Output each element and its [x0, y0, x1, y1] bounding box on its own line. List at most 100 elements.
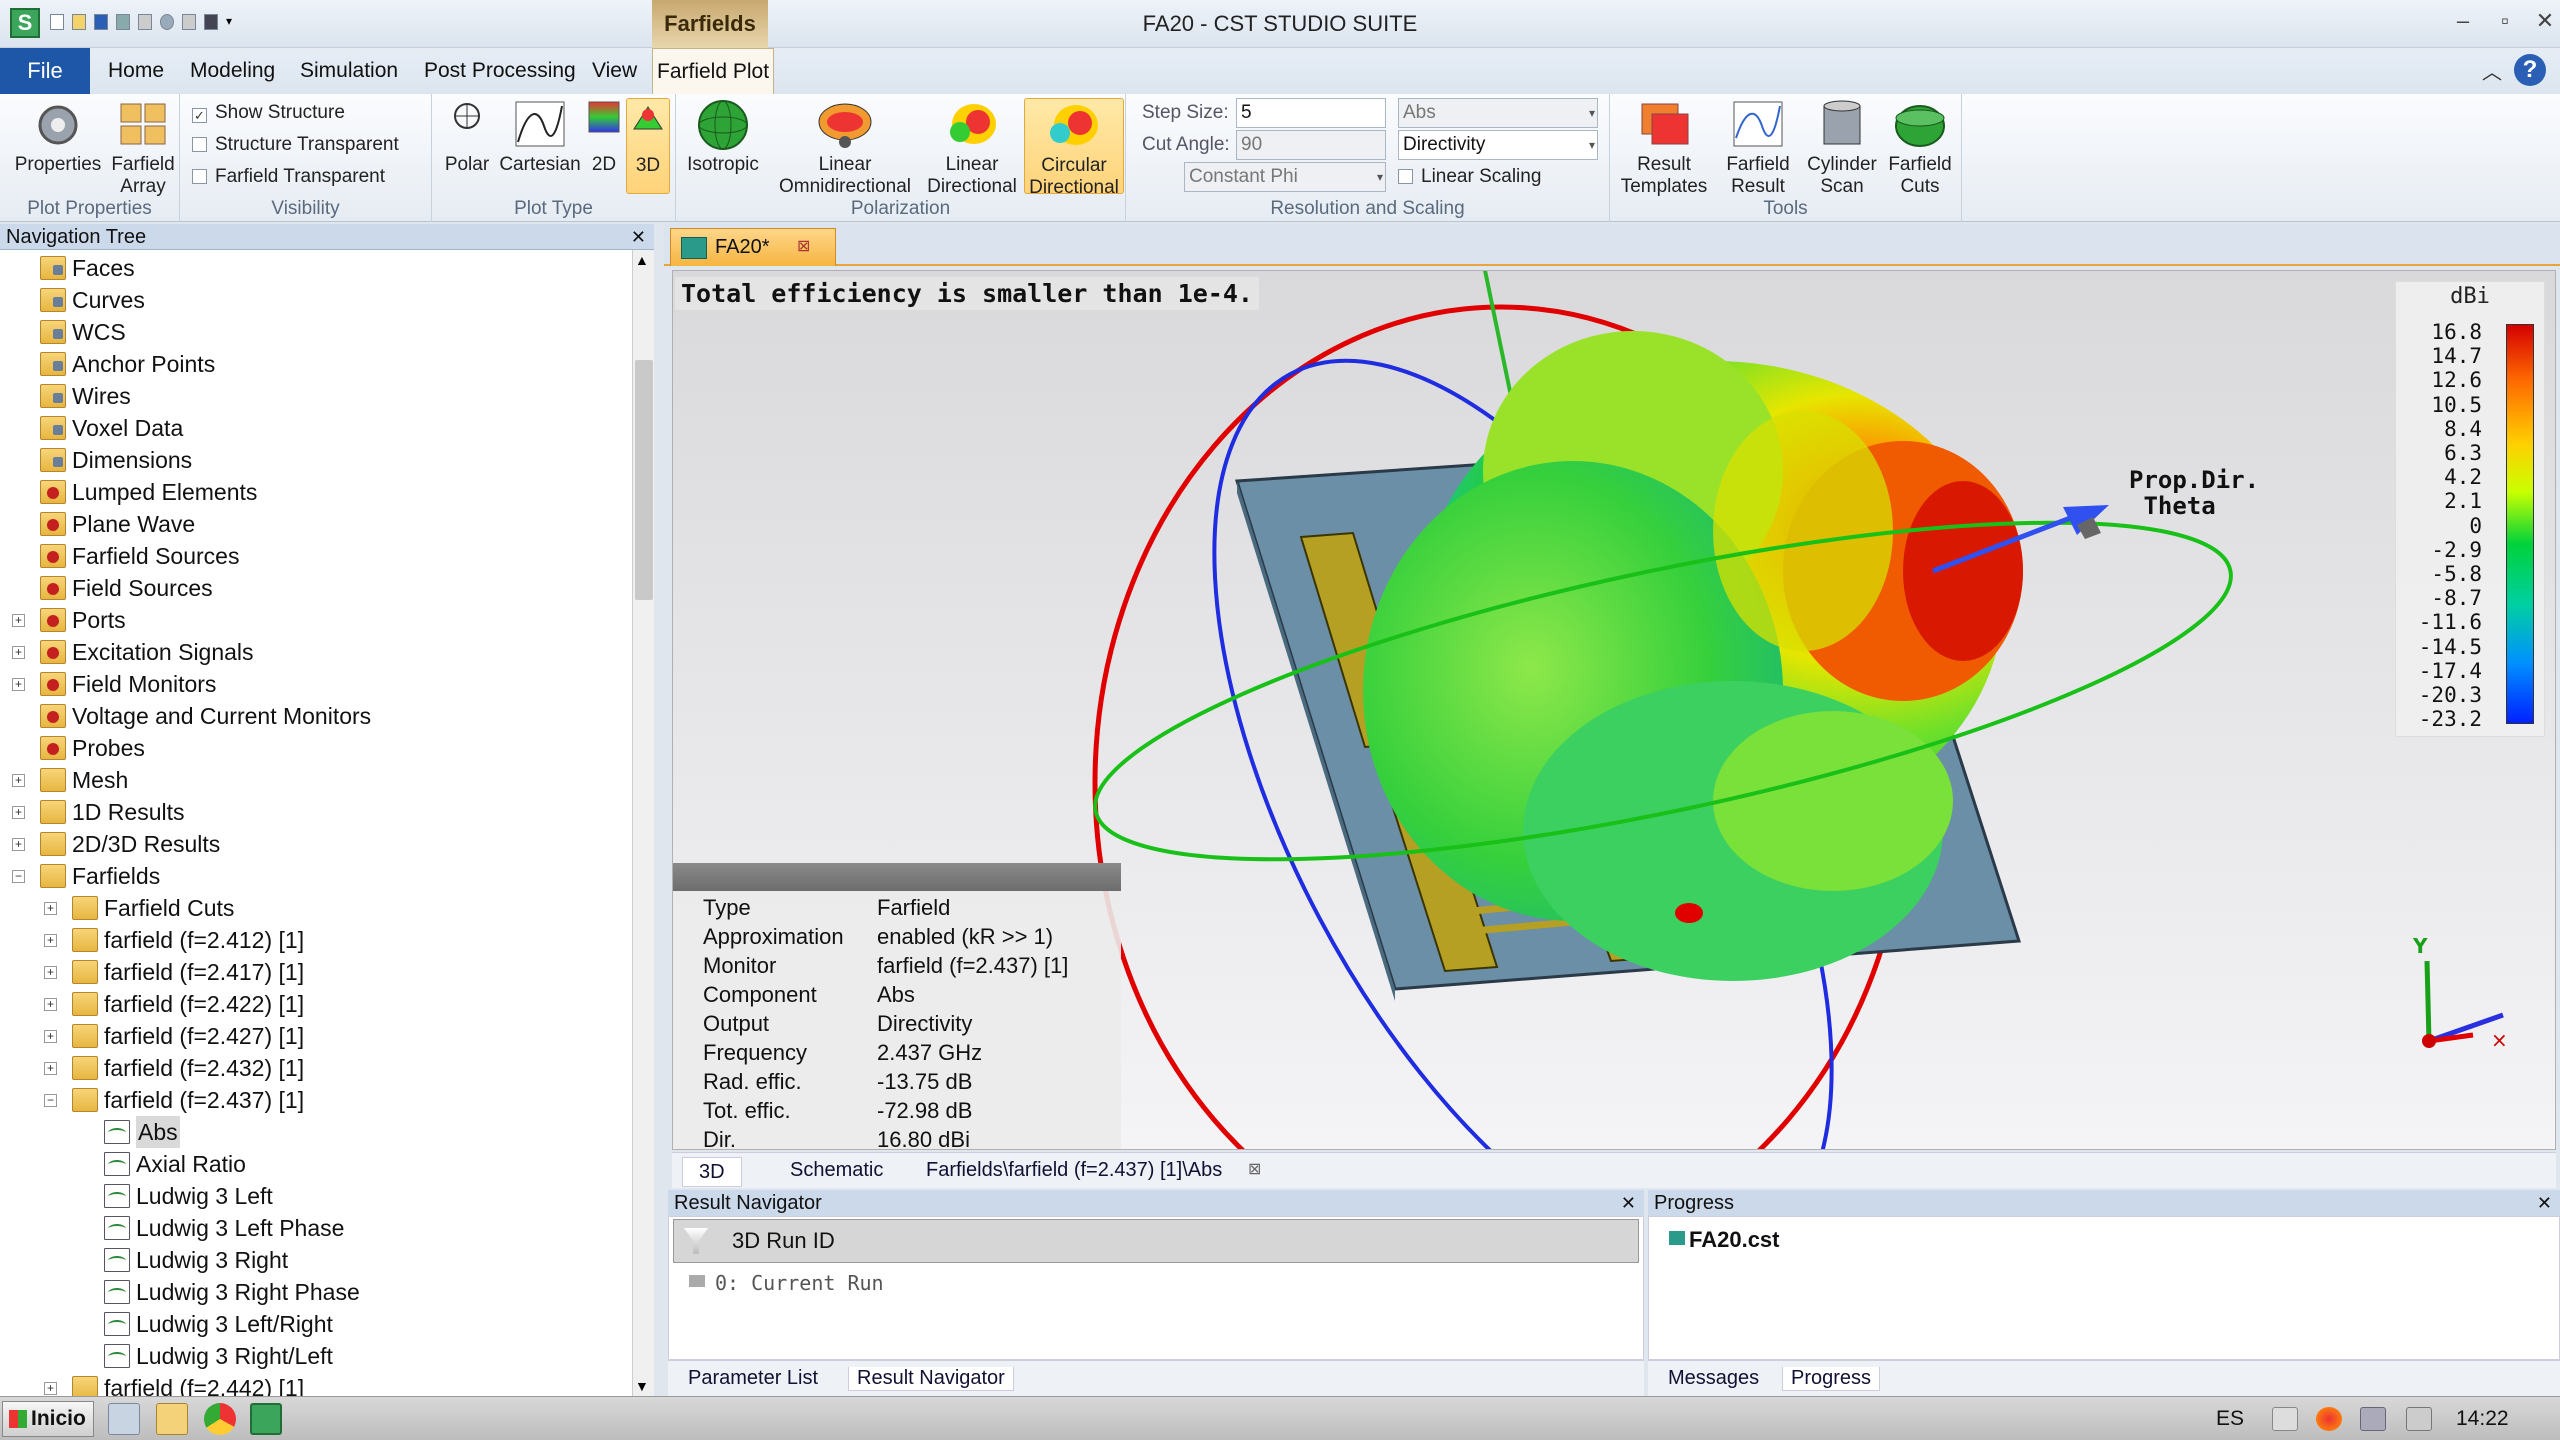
customize-icon[interactable]: ▾ — [226, 14, 240, 30]
tree-item[interactable]: Axial Ratio — [0, 1148, 630, 1180]
expand-icon[interactable]: + — [44, 1062, 57, 1075]
tab-modeling[interactable]: Modeling — [190, 48, 275, 94]
expand-icon[interactable]: + — [12, 838, 25, 851]
polar-button[interactable]: Polar — [436, 98, 498, 176]
tree-item[interactable]: + Excitation Signals — [0, 636, 630, 668]
output-select[interactable]: Directivity ▾ — [1398, 130, 1598, 160]
scrollbar-thumb[interactable] — [635, 360, 653, 600]
tab-progress[interactable]: Progress — [1782, 1367, 1881, 1391]
tree-item[interactable]: Plane Wave — [0, 508, 630, 540]
properties-button[interactable]: Properties — [10, 98, 106, 176]
tree-item[interactable]: WCS — [0, 316, 630, 348]
cylinder-scan-button[interactable]: Cylinder Scan — [1804, 98, 1880, 198]
circular-directional-button[interactable]: Circular Directional — [1024, 98, 1124, 198]
tree-item[interactable]: Lumped Elements — [0, 476, 630, 508]
collapse-ribbon-icon[interactable]: ︿ — [2482, 56, 2502, 85]
start-button[interactable]: Inicio — [2, 1401, 94, 1437]
tab-result-navigator[interactable]: Result Navigator — [848, 1367, 1014, 1391]
expand-icon[interactable]: + — [12, 774, 25, 787]
tab-view[interactable]: View — [592, 48, 637, 94]
tree-item[interactable]: + farfield (f=2.417) [1] — [0, 956, 630, 988]
expand-icon[interactable]: + — [12, 646, 25, 659]
expand-icon[interactable]: + — [44, 998, 57, 1011]
tool-icon[interactable] — [204, 14, 218, 30]
close-icon[interactable]: ✕ — [1621, 1190, 1636, 1216]
close-icon[interactable]: ⊠ — [797, 229, 810, 265]
save-icon[interactable] — [94, 14, 108, 30]
tree-item[interactable]: + farfield (f=2.427) [1] — [0, 1020, 630, 1052]
tree-item[interactable]: Voltage and Current Monitors — [0, 700, 630, 732]
tree-item[interactable]: Ludwig 3 Right — [0, 1244, 630, 1276]
expand-icon[interactable]: + — [44, 1382, 57, 1395]
language-indicator[interactable]: ES — [2216, 1407, 2244, 1431]
tree-item[interactable]: Ludwig 3 Left — [0, 1180, 630, 1212]
show-structure-checkbox[interactable]: ✓ Show Structure — [192, 102, 345, 124]
collapse-icon[interactable]: − — [12, 870, 25, 883]
run-id-column[interactable]: 3D Run ID — [673, 1219, 1639, 1263]
tree-item[interactable]: + farfield (f=2.412) [1] — [0, 924, 630, 956]
tab-messages[interactable]: Messages — [1660, 1367, 1767, 1390]
linear-directional-button[interactable]: Linear Directional — [920, 98, 1024, 198]
maximize-icon[interactable]: ▫ — [2490, 6, 2520, 36]
filter-icon[interactable] — [684, 1228, 708, 1254]
tree-item[interactable]: + farfield (f=2.432) [1] — [0, 1052, 630, 1084]
component-select[interactable]: Abs ▾ — [1398, 98, 1598, 128]
result-templates-button[interactable]: Result Templates — [1616, 98, 1712, 198]
cut-angle-input[interactable]: 90 — [1236, 130, 1386, 160]
tree-item[interactable]: − farfield (f=2.437) [1] — [0, 1084, 630, 1116]
tree-item[interactable]: Ludwig 3 Right Phase — [0, 1276, 630, 1308]
farfield-result-button[interactable]: Farfield Result — [1714, 98, 1802, 198]
structure-transparent-checkbox[interactable]: Structure Transparent — [192, 134, 399, 156]
volume-icon[interactable] — [2406, 1407, 2432, 1431]
tree-item[interactable]: Probes — [0, 732, 630, 764]
2d-button[interactable]: 2D — [584, 98, 624, 176]
tree-item[interactable]: + Mesh — [0, 764, 630, 796]
farfield-array-button[interactable]: Farfield Array — [108, 98, 178, 198]
close-icon[interactable]: ✕ — [631, 224, 646, 250]
linear-scaling-checkbox[interactable]: Linear Scaling — [1398, 166, 1541, 188]
expand-icon[interactable]: + — [44, 1030, 57, 1043]
tab-simulation[interactable]: Simulation — [300, 48, 398, 94]
new-icon[interactable] — [50, 14, 64, 30]
tree-item[interactable]: Ludwig 3 Right/Left — [0, 1340, 630, 1372]
expand-icon[interactable]: + — [12, 678, 25, 691]
minimize-icon[interactable]: – — [2448, 6, 2478, 36]
tree-item[interactable]: +1D Results — [0, 796, 630, 828]
cut-mode-select[interactable]: Constant Phi ▾ — [1184, 162, 1386, 192]
scroll-down-icon[interactable]: ▼ — [635, 1378, 649, 1394]
tree-item[interactable]: Farfield Sources — [0, 540, 630, 572]
tree-item[interactable]: Curves — [0, 284, 630, 316]
navigation-tree-scrollbar[interactable]: ▲ ▼ — [632, 250, 654, 1396]
tab-farfield-plot[interactable]: Farfield Plot — [652, 48, 775, 94]
tree-item[interactable]: Faces — [0, 252, 630, 284]
tree-item[interactable]: Ludwig 3 Left Phase — [0, 1212, 630, 1244]
document-tab-fa20[interactable]: FA20* ⊠ — [670, 228, 836, 266]
tree-item[interactable]: Field Sources — [0, 572, 630, 604]
network-icon[interactable] — [2360, 1407, 2386, 1431]
farfield-cuts-button[interactable]: Farfield Cuts — [1882, 98, 1958, 198]
tab-farfield-path[interactable]: Farfields\farfield (f=2.437) [1]\Abs — [926, 1159, 1222, 1182]
tree-item[interactable]: + Farfield Cuts — [0, 892, 630, 924]
tree-item[interactable]: Voxel Data — [0, 412, 630, 444]
table-row[interactable]: 0: Current Run — [689, 1271, 884, 1295]
tree-item[interactable]: Anchor Points — [0, 348, 630, 380]
save-all-icon[interactable] — [116, 14, 130, 30]
close-icon[interactable]: ✕ — [2530, 6, 2560, 36]
farfield-transparent-checkbox[interactable]: Farfield Transparent — [192, 166, 385, 188]
scroll-up-icon[interactable]: ▲ — [635, 252, 649, 268]
tab-post-processing[interactable]: Post Processing — [424, 48, 576, 94]
step-size-input[interactable]: 5 — [1236, 98, 1386, 128]
tray-app-icon[interactable] — [2316, 1407, 2342, 1431]
3d-button[interactable]: 3D — [626, 98, 670, 194]
print-icon[interactable] — [138, 14, 152, 30]
tree-item[interactable]: +2D/3D Results — [0, 828, 630, 860]
tree-item[interactable]: + farfield (f=2.422) [1] — [0, 988, 630, 1020]
close-icon[interactable]: ✕ — [2537, 1190, 2552, 1216]
progress-item[interactable]: FA20.cst — [1689, 1227, 1780, 1253]
app-logo-icon[interactable]: S — [10, 8, 40, 38]
tab-home[interactable]: Home — [108, 48, 164, 94]
expand-icon[interactable]: + — [12, 806, 25, 819]
3d-viewport[interactable]: Y × Total efficiency is smaller than 1e-… — [672, 270, 2556, 1150]
tab-file[interactable]: File — [0, 48, 90, 94]
explorer-icon[interactable] — [156, 1403, 188, 1435]
